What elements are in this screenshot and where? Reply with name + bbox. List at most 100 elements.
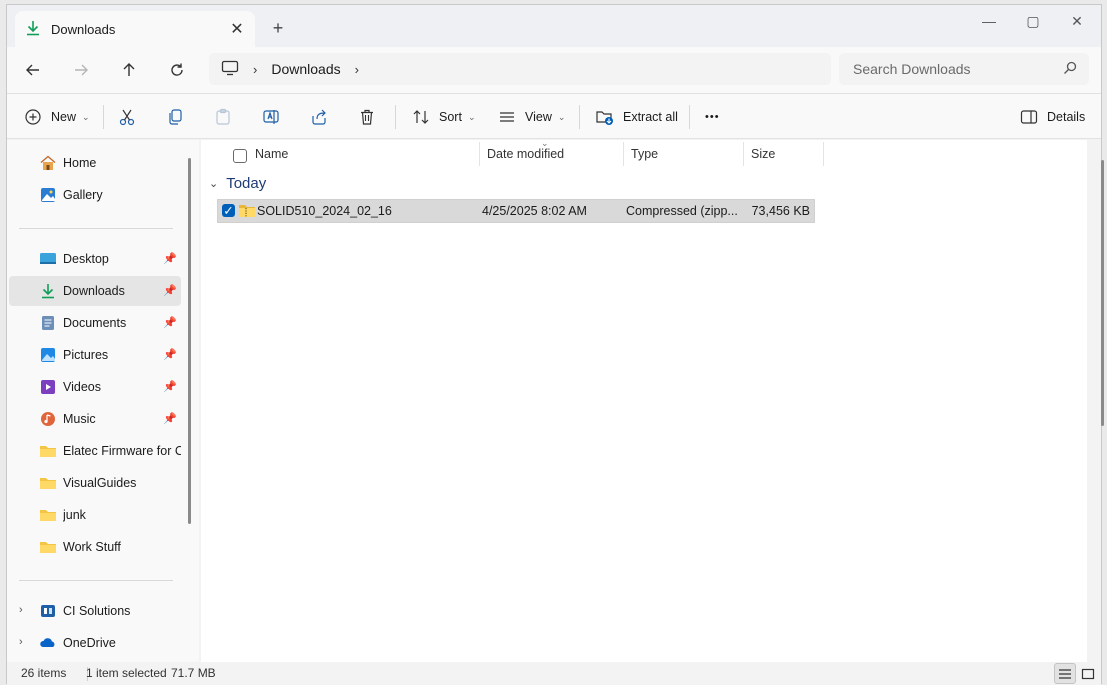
share-button[interactable] — [309, 94, 329, 140]
more-options-button[interactable]: ••• — [705, 94, 720, 140]
delete-button[interactable] — [357, 94, 377, 140]
column-header-type[interactable]: Type — [631, 140, 741, 168]
nav-item-label: Home — [63, 156, 97, 170]
nav-item-videos[interactable]: Videos 📌 — [9, 372, 181, 402]
file-name: SOLID510_2024_02_16 — [257, 204, 392, 218]
nav-item-documents[interactable]: Documents 📌 — [9, 308, 181, 338]
tab-downloads[interactable]: Downloads ✕ — [15, 11, 255, 47]
row-checkbox[interactable]: ✓ — [222, 204, 235, 218]
view-button[interactable]: View ⌄ — [497, 94, 565, 140]
tiles-view-icon — [1081, 668, 1095, 679]
chevron-right-icon[interactable]: › — [19, 636, 23, 648]
nav-item-home[interactable]: Home — [9, 148, 181, 178]
maximize-button[interactable]: ▢ — [1011, 7, 1055, 35]
content-scrollbar[interactable] — [1101, 160, 1104, 426]
new-tab-button[interactable]: + — [267, 17, 289, 39]
new-button[interactable]: New ⌄ — [23, 94, 90, 140]
nav-item-onedrive[interactable]: › OneDrive — [9, 628, 181, 658]
downloads-icon — [25, 20, 41, 39]
nav-item-gallery[interactable]: Gallery — [9, 180, 181, 210]
nav-item-label: OneDrive — [63, 636, 116, 650]
nav-item-desktop[interactable]: Desktop 📌 — [9, 244, 181, 274]
table-row[interactable]: ✓ SOLID510_2024_02_16 4/25/2025 8:02 AM … — [217, 199, 815, 223]
column-divider[interactable] — [823, 142, 824, 166]
videos-icon — [39, 379, 57, 395]
details-label: Details — [1047, 110, 1086, 124]
chevron-down-icon[interactable]: ⌄ — [209, 177, 218, 190]
nav-item-music[interactable]: Music 📌 — [9, 404, 181, 434]
nav-item-visualguides[interactable]: VisualGuides — [9, 468, 181, 498]
arrow-right-icon — [75, 64, 88, 76]
column-header-name[interactable]: Name — [255, 140, 475, 168]
navigation-pane: Home Gallery Desktop 📌 Downloads 📌 Docum… — [7, 140, 199, 662]
select-all-checkbox[interactable] — [233, 149, 247, 163]
computer-icon — [221, 60, 239, 79]
plus-circle-icon — [23, 107, 43, 127]
refresh-button[interactable] — [163, 56, 191, 84]
music-icon — [39, 411, 57, 427]
file-type: Compressed (zipp... — [626, 204, 738, 218]
copy-icon — [165, 107, 185, 127]
scissors-icon — [117, 107, 137, 127]
onedrive-icon — [39, 635, 57, 651]
pin-icon[interactable]: 📌 — [163, 252, 177, 266]
forward-button[interactable] — [67, 56, 95, 84]
nav-scrollbar[interactable] — [188, 158, 191, 524]
back-button[interactable] — [19, 56, 47, 84]
breadcrumb-downloads[interactable]: Downloads — [271, 61, 340, 77]
folder-icon — [39, 443, 57, 459]
file-date-modified: 4/25/2025 8:02 AM — [482, 204, 587, 218]
address-bar[interactable]: › Downloads › — [209, 53, 831, 85]
arrow-left-icon — [26, 64, 39, 76]
documents-icon — [39, 315, 57, 331]
group-label: Today — [226, 175, 267, 192]
column-header-size[interactable]: Size — [751, 140, 821, 168]
column-divider[interactable] — [623, 142, 624, 166]
close-window-button[interactable]: ✕ — [1055, 7, 1099, 35]
nav-item-label: junk — [63, 508, 86, 522]
sort-button[interactable]: Sort ⌄ — [411, 94, 475, 140]
column-header-date-modified[interactable]: Date modified — [487, 140, 627, 168]
copy-button[interactable] — [165, 94, 185, 140]
folder-icon — [39, 475, 57, 491]
divider — [395, 105, 396, 129]
nav-item-downloads[interactable]: Downloads 📌 — [9, 276, 181, 306]
nav-item-pictures[interactable]: Pictures 📌 — [9, 340, 181, 370]
nav-item-label: Work Stuff — [63, 540, 121, 554]
column-divider[interactable] — [479, 142, 480, 166]
group-header-today[interactable]: ⌄ Today — [209, 175, 266, 192]
minimize-button[interactable]: — — [967, 7, 1011, 35]
details-button[interactable]: Details — [1019, 94, 1085, 140]
nav-item-label: Gallery — [63, 188, 103, 202]
chevron-down-icon: ⌄ — [467, 111, 476, 122]
chevron-right-icon[interactable]: › — [19, 604, 23, 616]
extract-all-label: Extract all — [623, 110, 678, 124]
sort-caret-icon: ⌄ — [541, 138, 549, 148]
pin-icon[interactable]: 📌 — [163, 412, 177, 426]
folder-icon — [39, 507, 57, 523]
nav-item-elatec-firmware[interactable]: Elatec Firmware for CI V — [9, 436, 181, 466]
extract-all-button[interactable]: Extract all — [595, 94, 678, 140]
up-button[interactable] — [115, 56, 143, 84]
pin-icon[interactable]: 📌 — [163, 316, 177, 330]
details-view-button[interactable] — [1054, 663, 1076, 684]
paste-button[interactable] — [213, 94, 233, 140]
chevron-down-icon: ⌄ — [557, 111, 566, 122]
breadcrumb-separator-end[interactable]: › — [355, 62, 359, 77]
breadcrumb-separator[interactable]: › — [253, 62, 257, 77]
nav-item-ci-solutions[interactable]: › CI Solutions — [9, 596, 181, 626]
pin-icon[interactable]: 📌 — [163, 348, 177, 362]
tiles-view-button[interactable] — [1077, 663, 1099, 684]
nav-item-junk[interactable]: junk — [9, 500, 181, 530]
close-tab-icon[interactable]: ✕ — [227, 19, 247, 39]
nav-item-work-stuff[interactable]: Work Stuff — [9, 532, 181, 562]
new-label: New — [51, 110, 77, 124]
rename-button[interactable] — [261, 94, 281, 140]
search-input[interactable]: Search Downloads — [839, 53, 1089, 85]
column-divider[interactable] — [743, 142, 744, 166]
sort-label: Sort — [439, 110, 462, 124]
arrow-up-icon — [123, 63, 135, 76]
pin-icon[interactable]: 📌 — [163, 380, 177, 394]
cut-button[interactable] — [117, 94, 137, 140]
pin-icon[interactable]: 📌 — [163, 284, 177, 298]
